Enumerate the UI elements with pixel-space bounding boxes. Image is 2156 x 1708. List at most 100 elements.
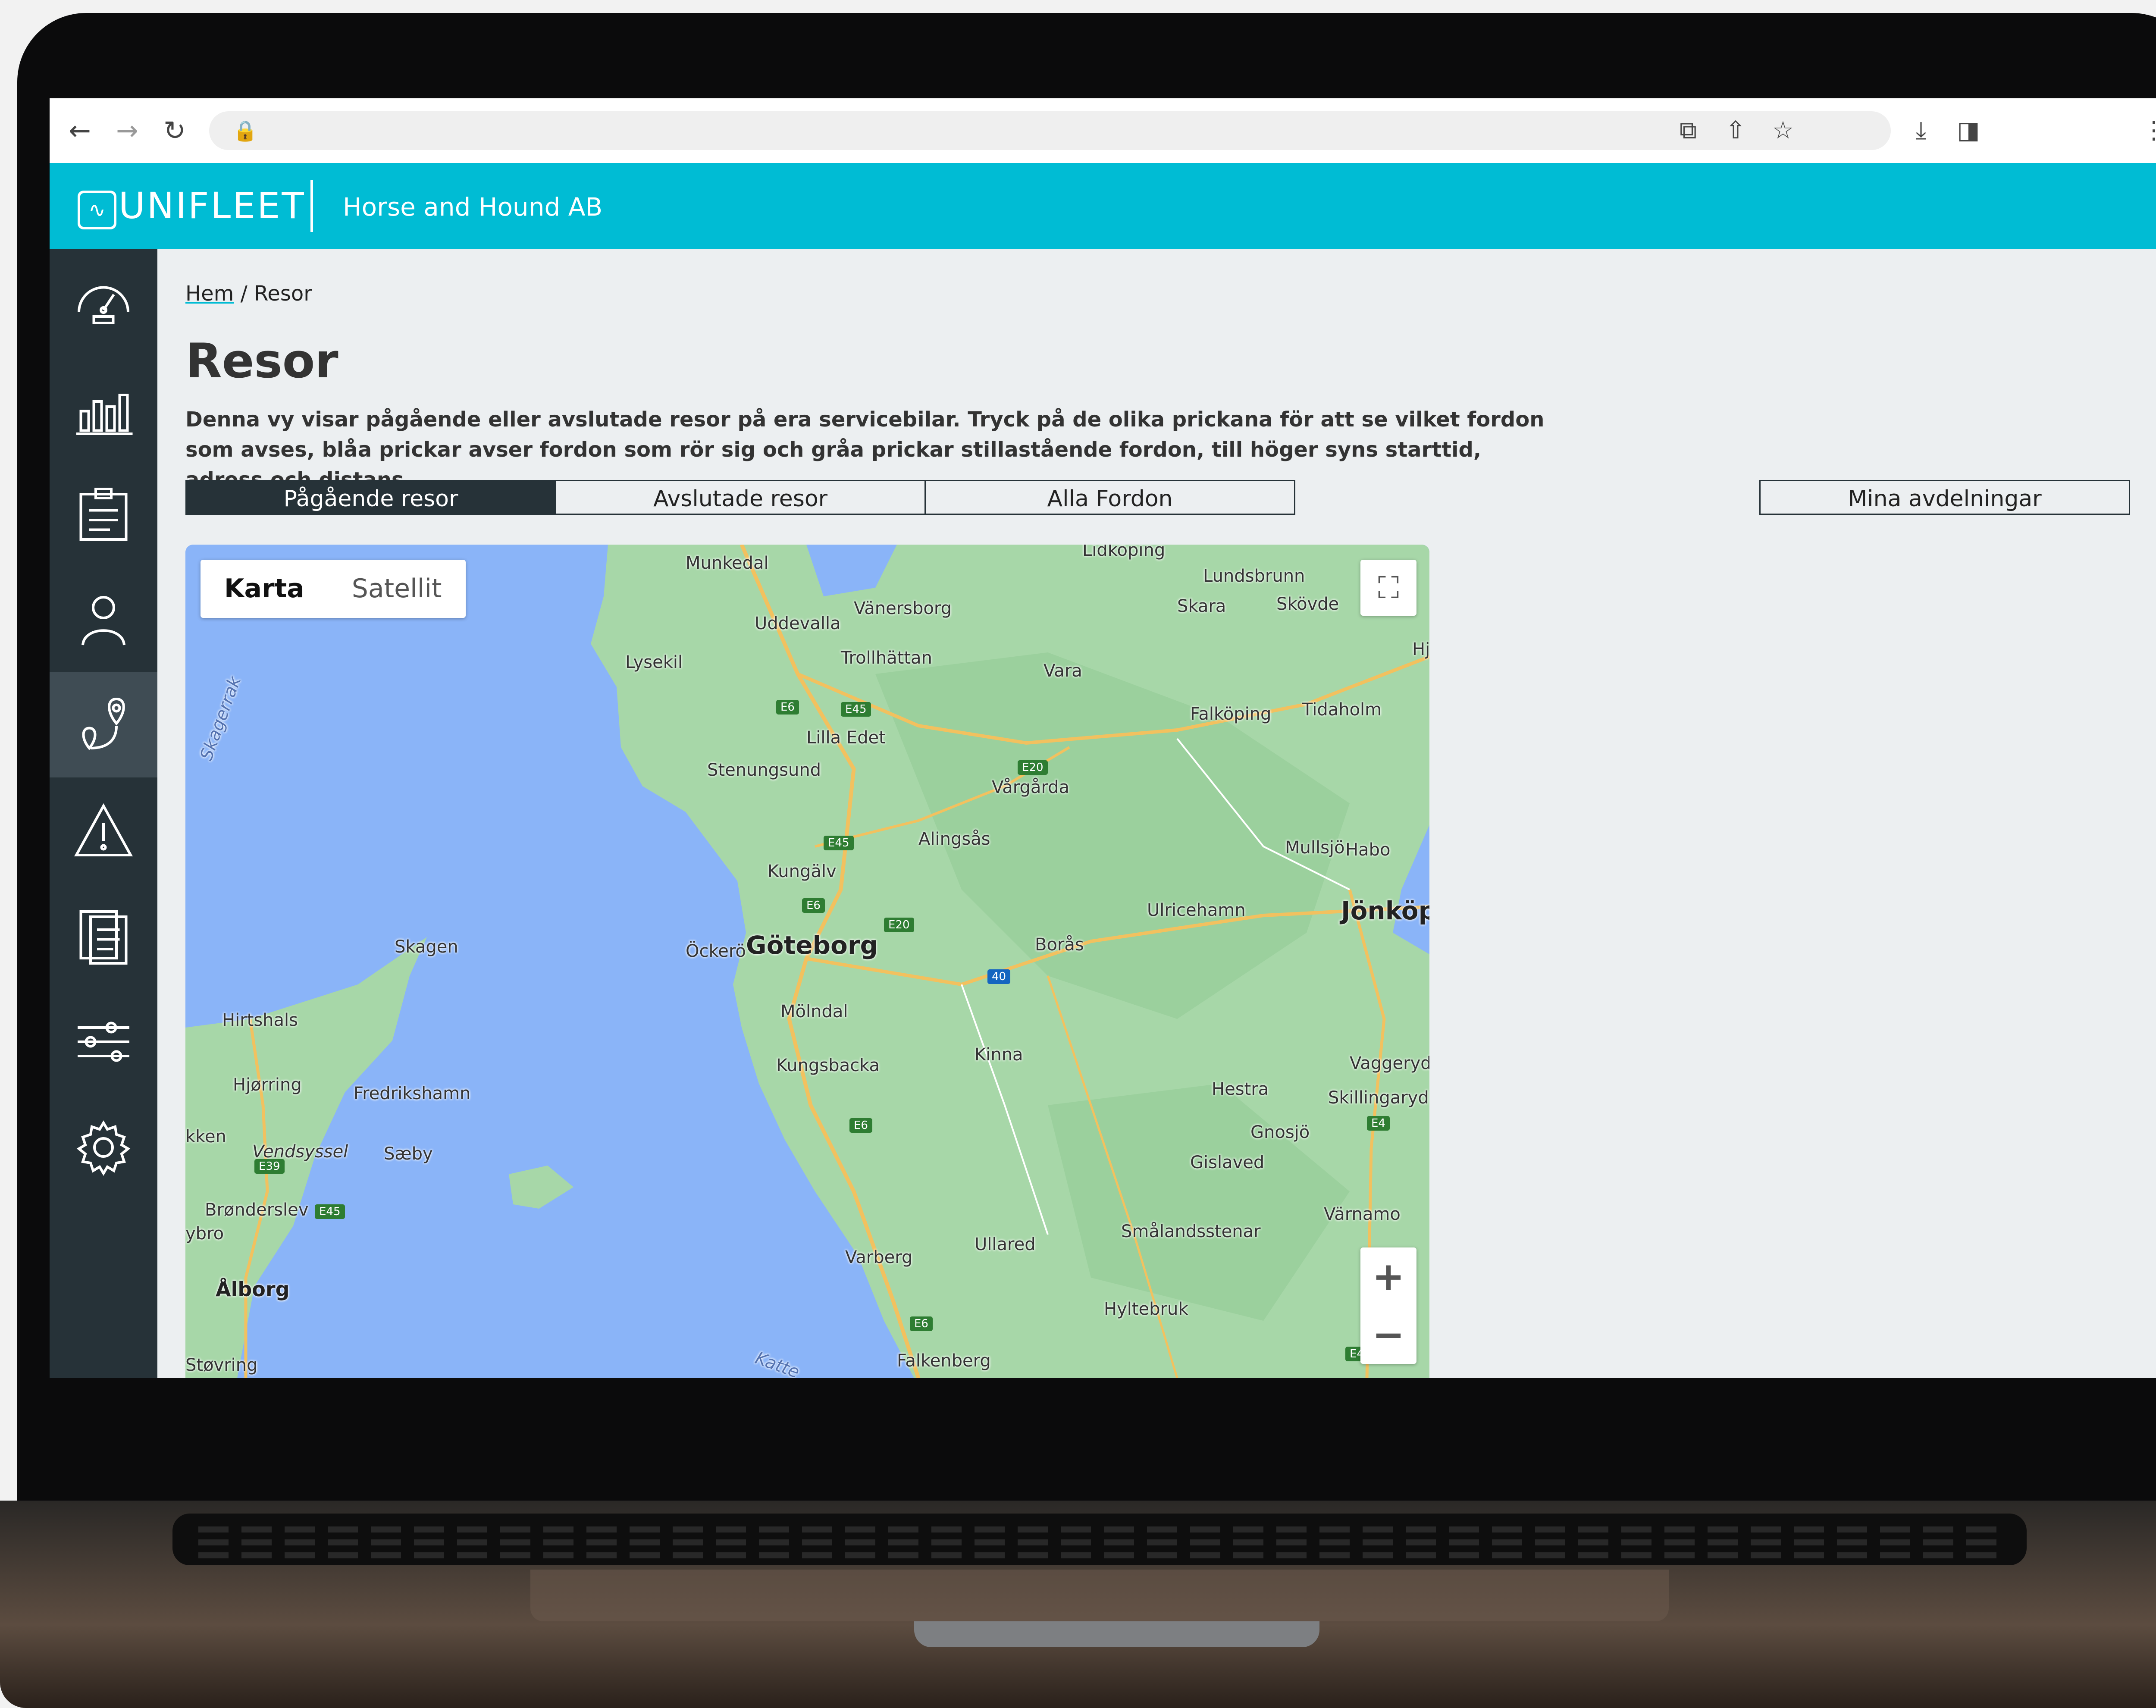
my-departments-button[interactable]: Mina avdelningar <box>1759 480 2130 515</box>
zoom-in-button[interactable]: + <box>1360 1247 1416 1306</box>
map-place-label: Skagen <box>395 937 458 957</box>
map-place-label: Värnamo <box>1324 1204 1401 1224</box>
share-icon[interactable]: ⇧ <box>1718 113 1753 148</box>
map-place-label: Habo <box>1345 840 1391 860</box>
sidebar <box>50 249 157 1378</box>
reload-button[interactable]: ↻ <box>157 113 192 148</box>
sidepanel-icon[interactable]: ◨ <box>1951 113 1986 148</box>
map-place-label: Hestra <box>1212 1079 1269 1099</box>
map-place-label: Støvring <box>185 1355 258 1375</box>
map-place-label: Hj <box>1412 639 1429 659</box>
warning-icon <box>74 803 133 856</box>
back-button[interactable]: ← <box>63 113 97 148</box>
map-place-label: Munkedal <box>686 553 769 573</box>
address-bar[interactable]: 🔒 ⧉ ⇧ ☆ <box>209 111 1891 150</box>
sidebar-item-settings[interactable] <box>50 1094 157 1200</box>
map-place-label: Uddevalla <box>755 614 841 633</box>
map-place-label: Vara <box>1044 661 1082 681</box>
screen: ← → ↻ 🔒 ⧉ ⇧ ☆ ⤓ ◨ ⋮ ∿ UNIFLEET Horse and… <box>50 98 2156 1378</box>
map-place-label: Kungsbacka <box>776 1056 880 1075</box>
brand-name[interactable]: UNIFLEET <box>119 185 306 227</box>
map-place-label: Öckerö <box>686 941 746 961</box>
map[interactable]: Lidköping Munkedal Lundsbrunn Vänersborg… <box>185 545 1429 1378</box>
arrow-right-icon: → <box>116 115 138 146</box>
map-place-label: Hjørring <box>233 1075 302 1095</box>
tab-finished-trips[interactable]: Avslutade resor <box>555 480 926 515</box>
map-place-label: Fredrikshamn <box>354 1084 471 1103</box>
map-place-label: Falköping <box>1190 704 1272 724</box>
sidebar-item-trips[interactable] <box>50 672 157 777</box>
map-place-label: Lidköping <box>1082 545 1166 560</box>
fullscreen-button[interactable]: ⛶ <box>1360 560 1416 616</box>
route-pin-icon <box>82 697 125 750</box>
hinge-notch <box>914 1621 1319 1647</box>
lock-icon: 🔒 <box>233 119 258 142</box>
map-place-label: Tidaholm <box>1302 700 1382 720</box>
download-icon[interactable]: ⤓ <box>1904 113 1938 148</box>
map-type-control: Karta Satellit <box>201 560 466 618</box>
fullscreen-icon: ⛶ <box>1378 570 1399 605</box>
breadcrumb: Hem / Resor <box>185 282 312 306</box>
map-place-label: Ålborg <box>216 1278 290 1301</box>
road-shield: E45 <box>315 1204 345 1219</box>
arrow-left-icon: ← <box>69 115 91 146</box>
map-type-karta[interactable]: Karta <box>201 560 328 618</box>
sidebar-item-tasks[interactable] <box>50 461 157 566</box>
map-tiles <box>185 545 1429 1378</box>
translate-icon[interactable]: ⧉ <box>1671 113 1705 148</box>
map-place-label: Gislaved <box>1190 1153 1265 1172</box>
gear-icon <box>76 1120 131 1176</box>
forward-button[interactable]: → <box>110 113 144 148</box>
sidebar-item-filters[interactable] <box>50 989 157 1094</box>
page-title: Resor <box>185 333 338 389</box>
road-shield: E20 <box>1018 760 1048 775</box>
map-place-label: Mölndal <box>780 1002 848 1022</box>
sidebar-item-drivers[interactable] <box>50 566 157 672</box>
keyboard <box>172 1514 2027 1565</box>
breadcrumb-separator: / <box>240 282 248 306</box>
road-shield: E6 <box>776 700 799 715</box>
road-shield: E4 <box>1367 1116 1390 1131</box>
map-place-label: Falkenberg <box>897 1351 991 1371</box>
road-shield: E6 <box>910 1316 933 1331</box>
map-place-label: Vårgårda <box>992 777 1070 797</box>
map-place-label: Hyltebruk <box>1104 1299 1188 1319</box>
reload-icon: ↻ <box>163 115 186 146</box>
trackpad <box>530 1570 1669 1621</box>
map-place-label: Skara <box>1177 596 1226 616</box>
trip-tabs: Pågående resor Avslutade resor Alla Ford… <box>185 480 1295 517</box>
sidebar-item-reports[interactable] <box>50 883 157 989</box>
map-type-satellit[interactable]: Satellit <box>328 560 466 618</box>
map-place-label: Lilla Edet <box>806 728 886 748</box>
map-place-label: Trollhättan <box>841 648 932 668</box>
tab-all-vehicles[interactable]: Alla Fordon <box>924 480 1295 515</box>
sidebar-item-dashboard[interactable] <box>50 249 157 355</box>
road-shield: E39 <box>254 1159 285 1174</box>
map-place-label: Varberg <box>845 1247 913 1267</box>
map-place-label: Kinna <box>975 1045 1023 1065</box>
map-place-label: Jönköpin <box>1341 896 1429 925</box>
unifleet-logo-icon: ∿ <box>78 191 116 229</box>
star-icon[interactable]: ☆ <box>1766 113 1800 148</box>
sidebar-item-alerts[interactable] <box>50 777 157 883</box>
map-place-label: Mullsjö <box>1285 838 1345 858</box>
more-icon[interactable]: ⋮ <box>2137 113 2156 148</box>
map-place-label: Ullared <box>975 1235 1036 1254</box>
zoom-out-button[interactable]: − <box>1360 1306 1416 1364</box>
breadcrumb-home-link[interactable]: Hem <box>185 282 234 306</box>
map-place-label: Kungälv <box>768 862 837 881</box>
road-shield: E45 <box>841 702 871 717</box>
road-shield: 40 <box>987 969 1011 984</box>
map-place-label: Smålandsstenar <box>1121 1222 1261 1241</box>
tab-ongoing-trips[interactable]: Pågående resor <box>185 480 556 515</box>
map-place-label: Ulricehamn <box>1147 900 1246 920</box>
map-place-label: Sæby <box>384 1144 433 1164</box>
map-place-label: Vänersborg <box>854 599 952 618</box>
map-place-label: Lysekil <box>625 652 683 672</box>
company-name: Horse and Hound AB <box>343 192 603 222</box>
sidebar-item-statistics[interactable] <box>50 355 157 461</box>
map-place-label: Skövde <box>1276 594 1339 614</box>
map-place-label: Gnosjö <box>1250 1122 1310 1142</box>
road-shield: E6 <box>849 1118 872 1133</box>
breadcrumb-current: Resor <box>254 282 312 306</box>
